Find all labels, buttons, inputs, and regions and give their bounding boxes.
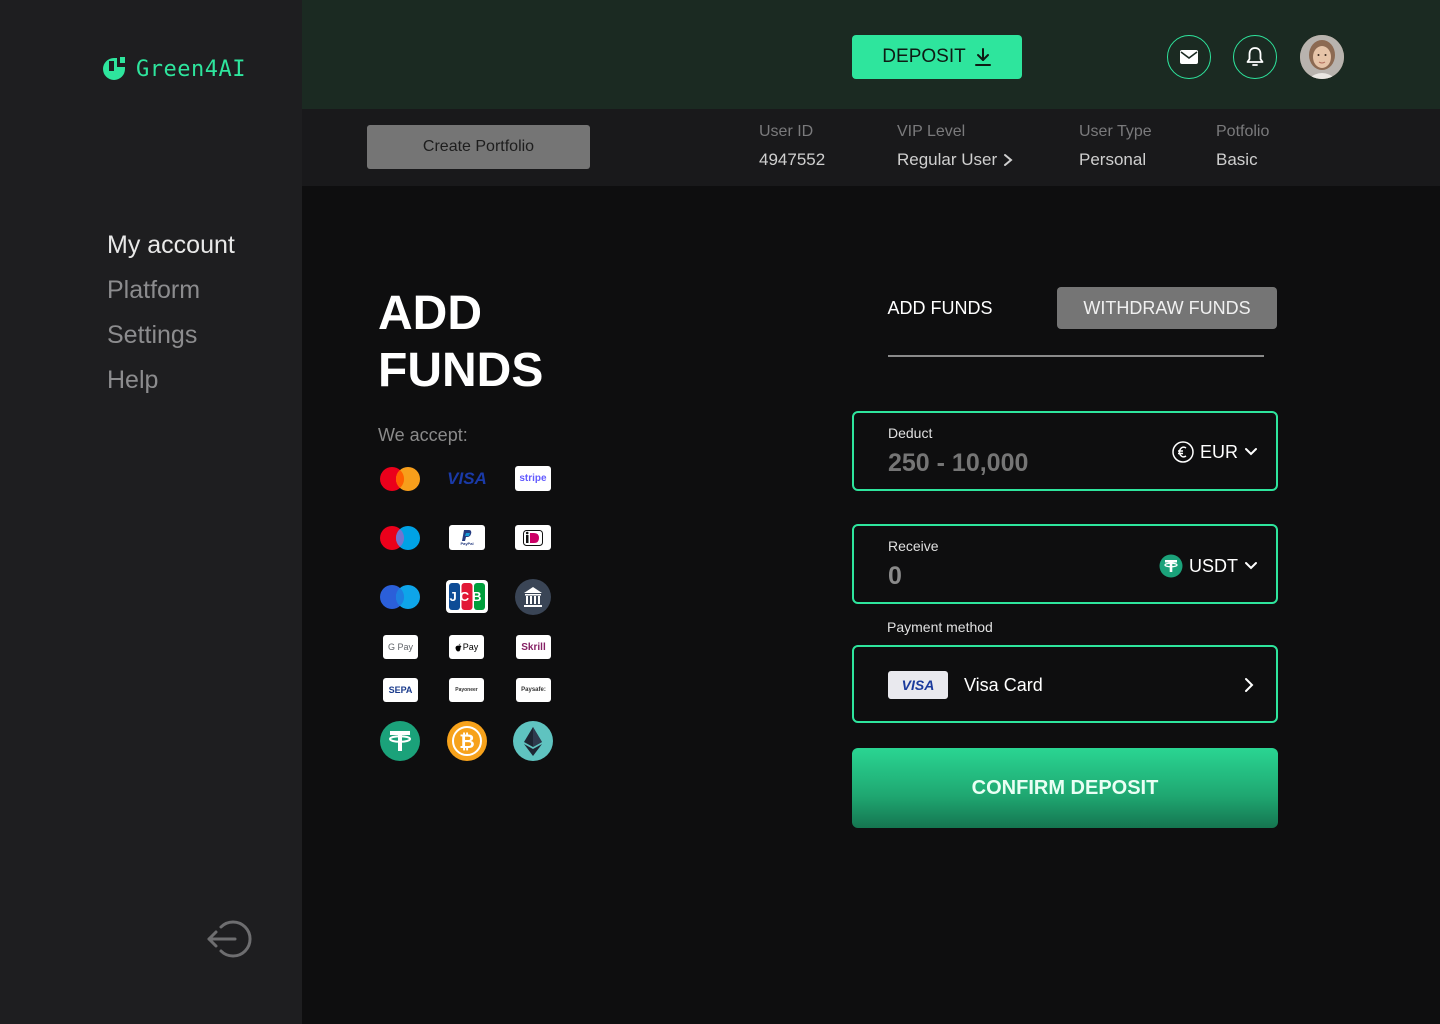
paypal-label: PayPal — [460, 540, 474, 546]
logout-icon — [207, 920, 252, 958]
skrill-icon: Skrill — [516, 635, 551, 659]
portfolio-value: Basic — [1216, 150, 1258, 169]
vip-level-value-row[interactable]: Regular User — [897, 150, 1013, 170]
vip-level-label: VIP Level — [897, 123, 966, 140]
user-type-value: Personal — [1079, 150, 1147, 169]
brand-name: Green4AI — [136, 56, 246, 82]
jcb-icon: JCB — [446, 580, 488, 613]
paysafe-icon: Paysafe: — [516, 678, 551, 702]
user-avatar[interactable] — [1300, 35, 1344, 79]
chevron-down-icon — [1245, 448, 1257, 456]
sidebar: Green4AI My account Platform Settings He… — [0, 0, 302, 1024]
portfolio-info: Potfolio Basic — [1216, 123, 1269, 170]
vip-level-value: Regular User — [897, 150, 998, 169]
gpay-icon: G Pay — [383, 635, 418, 659]
user-type-info: User Type Personal — [1079, 123, 1152, 170]
tab-withdraw-funds[interactable]: WITHDRAW FUNDS — [1057, 287, 1277, 329]
sidebar-item-platform[interactable]: Platform — [107, 273, 235, 318]
deduct-field: Deduct EUR — [852, 411, 1278, 491]
visa-card-badge: VISA — [888, 671, 948, 699]
account-info-bar: Create Portfolio User ID 4947552 VIP Lev… — [302, 109, 1440, 186]
tab-add-funds[interactable]: ADD FUNDS — [870, 287, 1010, 329]
vip-level-info[interactable]: VIP Level Regular User — [897, 123, 1013, 170]
brand-logo[interactable]: Green4AI — [100, 55, 246, 83]
mastercard-icon — [379, 466, 421, 492]
svg-text:₿: ₿ — [459, 731, 474, 753]
download-icon — [974, 48, 991, 66]
maestro-blue-icon — [379, 584, 421, 610]
stripe-icon: stripe — [515, 466, 551, 491]
visa-icon: VISA — [447, 469, 487, 488]
bitcoin-icon: ₿ — [446, 720, 488, 762]
mail-button[interactable] — [1167, 35, 1211, 79]
deduct-currency-select[interactable]: EUR — [1172, 441, 1258, 463]
applepay-icon: Pay — [449, 635, 484, 659]
top-bar: DEPOSIT — [302, 0, 1440, 109]
sidebar-item-my-account[interactable]: My account — [107, 228, 235, 273]
paypal-icon: PayPal — [449, 525, 485, 550]
applepay-label: Pay — [462, 642, 479, 652]
confirm-deposit-button[interactable]: CONFIRM DEPOSIT — [852, 748, 1278, 828]
tab-divider — [888, 355, 1264, 357]
maestro-icon — [379, 525, 421, 551]
tether-small-icon — [1159, 554, 1183, 578]
payment-method-select[interactable]: VISA Visa Card — [852, 645, 1278, 723]
chevron-down-icon — [1245, 562, 1257, 570]
deposit-button[interactable]: DEPOSIT — [852, 35, 1022, 79]
receive-currency-select[interactable]: USDT — [1159, 554, 1258, 578]
payoneer-icon: Payoneer — [449, 678, 484, 702]
deduct-input[interactable] — [888, 449, 1108, 478]
jcb-label: JCB — [449, 589, 485, 604]
tether-icon — [379, 720, 421, 762]
sepa-icon: SEPA — [383, 678, 418, 702]
user-id-label: User ID — [759, 123, 814, 140]
ethereum-icon — [512, 720, 554, 762]
page-title-line2: FUNDS — [378, 344, 544, 397]
page-title: ADD FUNDS — [378, 285, 543, 399]
receive-field: Receive 0 USDT — [852, 524, 1278, 604]
sidebar-item-settings[interactable]: Settings — [107, 318, 235, 363]
receive-currency-value: USDT — [1189, 555, 1238, 576]
ideal-icon — [515, 525, 551, 550]
deduct-currency-value: EUR — [1199, 441, 1238, 462]
payment-method-value: Visa Card — [964, 675, 1043, 695]
page-title-line1: ADD — [378, 287, 482, 340]
notifications-button[interactable] — [1233, 35, 1277, 79]
receive-label: Receive — [888, 538, 939, 554]
portfolio-label: Potfolio — [1216, 123, 1270, 140]
logout-button[interactable] — [205, 915, 253, 968]
avatar-photo-icon — [1300, 35, 1344, 79]
logo-icon — [103, 57, 125, 80]
bank-icon — [515, 579, 551, 615]
deduct-label: Deduct — [888, 425, 933, 441]
receive-value[interactable]: 0 — [888, 562, 1108, 591]
user-id-info: User ID 4947552 — [759, 123, 825, 170]
user-type-label: User Type — [1079, 123, 1152, 140]
chevron-right-icon — [1245, 678, 1254, 692]
sidebar-item-help[interactable]: Help — [107, 363, 235, 408]
user-id-value: 4947552 — [759, 150, 826, 169]
payment-method-label: Payment method — [887, 619, 993, 635]
euro-icon — [1172, 441, 1194, 463]
deposit-button-label: DEPOSIT — [882, 46, 966, 67]
bell-icon — [1246, 47, 1264, 66]
chevron-right-icon — [1004, 154, 1013, 166]
create-portfolio-button[interactable]: Create Portfolio — [367, 125, 590, 169]
sidebar-nav: My account Platform Settings Help — [107, 228, 235, 408]
accept-label: We accept: — [378, 425, 468, 445]
mail-icon — [1180, 50, 1198, 64]
